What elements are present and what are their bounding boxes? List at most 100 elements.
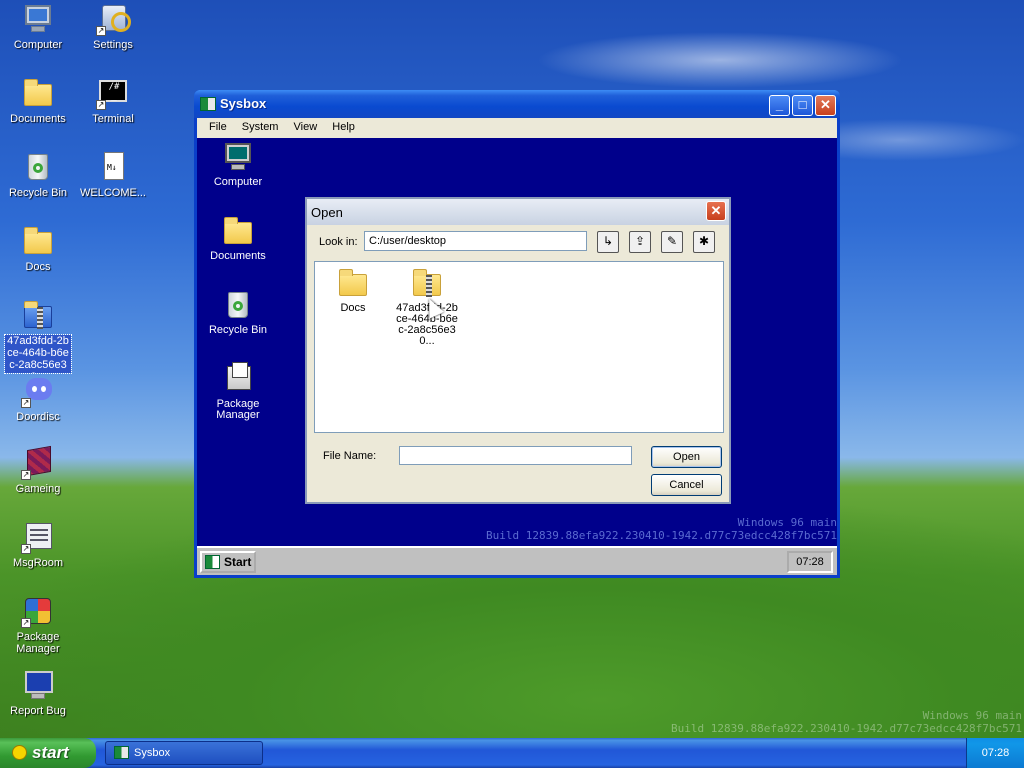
zip-file-icon (410, 266, 444, 300)
inner-icon-label: Computer (213, 176, 263, 188)
folder-icon (21, 224, 55, 258)
desktop-icon-settings[interactable]: ↗ Settings (75, 2, 151, 51)
desktop-icon-terminal[interactable]: /# _ ↗ Terminal (75, 76, 151, 125)
start-logo-icon (205, 555, 220, 569)
sysbox-menubar: File System View Help (197, 118, 837, 138)
sysbox-title: Sysbox (220, 96, 267, 111)
recycle-bin-icon (21, 150, 55, 184)
open-dialog-title: Open (311, 205, 343, 220)
inner-icon-label: Package Manager (216, 398, 260, 421)
desktop-icon-package-manager[interactable]: ↗ Package Manager (0, 594, 76, 655)
desktop-icon-label: Documents (10, 113, 66, 125)
report-bug-icon (21, 668, 55, 702)
desktop-icon-recycle-bin[interactable]: Recycle Bin (0, 150, 76, 199)
package-manager-icon (221, 362, 255, 396)
computer-icon (221, 140, 255, 174)
sysbox-clock: 07:28 (787, 551, 833, 573)
desktop-icon-computer[interactable]: Computer (0, 2, 76, 51)
desktop-icon-welcome[interactable]: M↓ WELCOME... (75, 150, 151, 199)
open-dialog-titlebar[interactable]: Open ✕ (307, 199, 729, 225)
dialog-close-button[interactable]: ✕ (706, 201, 726, 221)
desktop-icon-label: Gameing (15, 483, 61, 495)
inner-icon-recycle-bin[interactable]: Recycle Bin (200, 288, 276, 336)
cancel-button[interactable]: Cancel (651, 474, 722, 496)
computer-icon (21, 2, 55, 36)
settings-icon: ↗ (96, 2, 131, 36)
desktop-icon-label: Package Manager (16, 631, 60, 655)
file-item-docs[interactable]: Docs (315, 266, 391, 314)
file-name-input[interactable] (399, 446, 632, 465)
menu-view[interactable]: View (288, 118, 324, 136)
markdown-file-icon: M↓ (96, 150, 130, 184)
watermark-line: Windows 96 main (922, 709, 1022, 722)
rename-icon[interactable]: ✎ (661, 231, 683, 253)
desktop-icon-label: Settings (93, 39, 133, 51)
taskbar-item-sysbox[interactable]: Sysbox (105, 741, 263, 765)
zip-file-icon (21, 298, 55, 332)
watermark-line: Build 12839.88efa922.230410-1942.d77c73e… (671, 722, 1022, 735)
look-in-label: Look in: (319, 236, 358, 248)
sysbox-logo-icon (114, 746, 129, 759)
documents-folder-icon (221, 214, 255, 248)
sysbox-titlebar[interactable]: Sysbox _ □ ✕ (194, 90, 840, 118)
inner-icon-package-manager[interactable]: Package Manager (200, 362, 276, 421)
desktop-icon-label: 47ad3fdd-2bce-464b-b6ec-2a8c56e30... (4, 334, 72, 374)
minimize-button[interactable]: _ (769, 95, 790, 116)
smiley-icon (12, 745, 27, 760)
desktop-icon-label: Recycle Bin (8, 187, 68, 199)
menu-file[interactable]: File (203, 118, 233, 136)
open-dialog[interactable]: Open ✕ Look in: ↳ ⇪ ✎ ✱ Docs 47ad3fdd-2b… (305, 197, 731, 504)
up-folder-icon[interactable]: ⇪ (629, 231, 651, 253)
file-item-label: Docs (340, 302, 366, 314)
desktop-watermark: Windows 96 main Build 12839.88efa922.230… (671, 709, 1022, 735)
sysbox-watermark: Windows 96 main Build 12839.88efa922.230… (486, 516, 837, 542)
desktop-icon-msgroom[interactable]: ↗ MsgRoom (0, 520, 76, 569)
desktop-icon-zip-file[interactable]: 47ad3fdd-2bce-464b-b6ec-2a8c56e30... (0, 298, 76, 374)
folder-icon (336, 266, 370, 300)
taskbar: start Sysbox 07:28 (0, 738, 1024, 768)
inner-icon-documents[interactable]: Documents (200, 214, 276, 262)
go-button[interactable]: ↳ (597, 231, 619, 253)
sysbox-logo-icon (200, 97, 216, 111)
desktop-icon-label: Terminal (92, 113, 134, 125)
desktop-icon-docs[interactable]: Docs (0, 224, 76, 273)
sysbox-taskbar: Start 07:28 (197, 546, 837, 575)
file-name-label: File Name: (323, 450, 377, 462)
inner-icon-label: Recycle Bin (208, 324, 268, 336)
new-folder-icon[interactable]: ✱ (693, 231, 715, 253)
start-button[interactable]: start (0, 738, 96, 768)
desktop-icon-label: Computer (13, 39, 63, 51)
sysbox-start-button[interactable]: Start (200, 551, 256, 573)
file-list[interactable]: Docs 47ad3fdd-2bce-464b-b6ec-2a8c56e30..… (314, 261, 724, 433)
taskbar-item-label: Sysbox (134, 747, 171, 759)
start-label: start (32, 743, 69, 762)
system-tray-clock: 07:28 (966, 738, 1024, 768)
game-cube-icon: ↗ (21, 445, 55, 480)
menu-help[interactable]: Help (326, 118, 361, 136)
inner-icon-label: Documents (210, 250, 266, 262)
recycle-bin-icon (221, 288, 255, 322)
look-in-path-input[interactable] (364, 231, 587, 251)
msgroom-icon: ↗ (21, 520, 55, 554)
inner-icon-computer[interactable]: Computer (200, 140, 276, 188)
menu-system[interactable]: System (236, 118, 285, 136)
watermark-line: Build 12839.88efa922.230410-1942.d77c73e… (486, 529, 837, 542)
open-button[interactable]: Open (651, 446, 722, 468)
terminal-icon: /# _ ↗ (96, 76, 130, 110)
start-label: Start (224, 555, 252, 569)
watermark-line: Windows 96 main (737, 516, 837, 529)
maximize-button[interactable]: □ (792, 95, 813, 116)
desktop-icon-label: Doordisc (16, 411, 60, 423)
desktop-icon-label: Docs (25, 261, 51, 273)
package-manager-icon: ↗ (21, 594, 55, 628)
documents-folder-icon (21, 76, 55, 110)
desktop-icon-label: Report Bug (10, 705, 66, 717)
desktop-icon-label: WELCOME... (79, 187, 146, 199)
desktop-icon-label: MsgRoom (12, 557, 64, 569)
desktop-icon-doordisc[interactable]: ↗ Doordisc (0, 374, 76, 423)
close-button[interactable]: ✕ (815, 95, 836, 116)
desktop-icon-documents[interactable]: Documents (0, 76, 76, 125)
discord-icon: ↗ (21, 374, 55, 408)
desktop-icon-report-bug[interactable]: Report Bug (0, 668, 76, 717)
desktop-icon-gameing[interactable]: ↗ Gameing (0, 445, 76, 495)
